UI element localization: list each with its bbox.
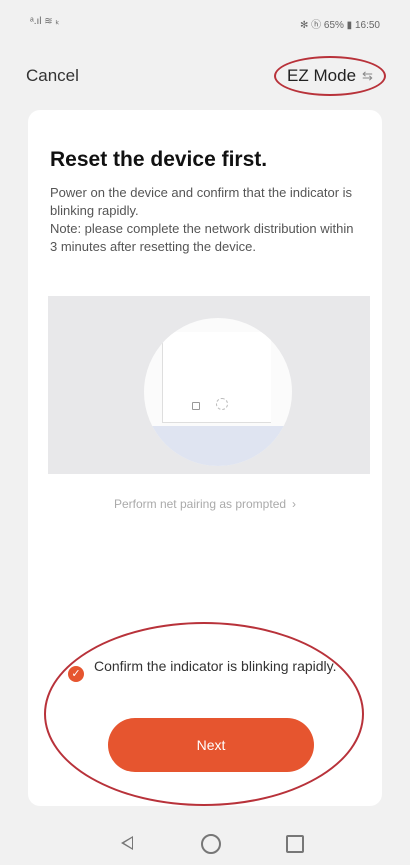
back-icon[interactable]: [121, 836, 133, 850]
confirm-indicator-label: Confirm the indicator is blinking rapidl…: [94, 658, 337, 674]
next-button[interactable]: Next: [108, 718, 314, 772]
top-bar: Cancel EZ Mode ⇆: [0, 48, 410, 100]
confirm-indicator-checkbox[interactable]: ✓ Confirm the indicator is blinking rapi…: [68, 652, 358, 696]
page-title: Reset the device first.: [50, 148, 268, 171]
home-icon[interactable]: [201, 834, 221, 854]
swap-arrows-icon: ⇆: [362, 68, 373, 83]
status-bar: ᵃ.ıl ≋ ₖ ✻ ⓗ 65% ▮ 16:50: [0, 0, 410, 40]
system-nav-bar: [0, 820, 410, 865]
chevron-right-icon: ›: [292, 497, 297, 511]
cancel-button[interactable]: Cancel: [26, 66, 79, 86]
illustration-zoom-circle: [144, 318, 292, 466]
device-illustration: [48, 296, 370, 474]
reset-instructions-card: Reset the device first. Power on the dev…: [28, 110, 382, 806]
battery-time-status: ✻ ⓗ 65% ▮ 16:50: [299, 20, 380, 31]
ez-mode-button[interactable]: EZ Mode ⇆: [274, 56, 386, 96]
reset-button-icon: [192, 402, 200, 410]
pairing-help-link[interactable]: Perform net pairing as prompted ›: [28, 497, 382, 511]
annotation-circle: [44, 622, 364, 806]
illustration-device: [162, 332, 271, 423]
indicator-light-icon: [216, 398, 228, 410]
instruction-line-note: Note: please complete the network distri…: [50, 221, 354, 254]
check-icon: ✓: [68, 666, 84, 682]
illustration-surface: [144, 426, 292, 466]
ez-mode-label: EZ Mode: [287, 66, 357, 85]
pairing-help-label: Perform net pairing as prompted: [113, 497, 287, 511]
recent-apps-icon[interactable]: [286, 835, 304, 853]
instructions-text: Power on the device and confirm that the…: [50, 184, 360, 256]
instruction-line-power: Power on the device and confirm that the…: [50, 185, 353, 218]
signal-wifi-icons: ᵃ.ıl ≋ ₖ: [30, 16, 60, 27]
